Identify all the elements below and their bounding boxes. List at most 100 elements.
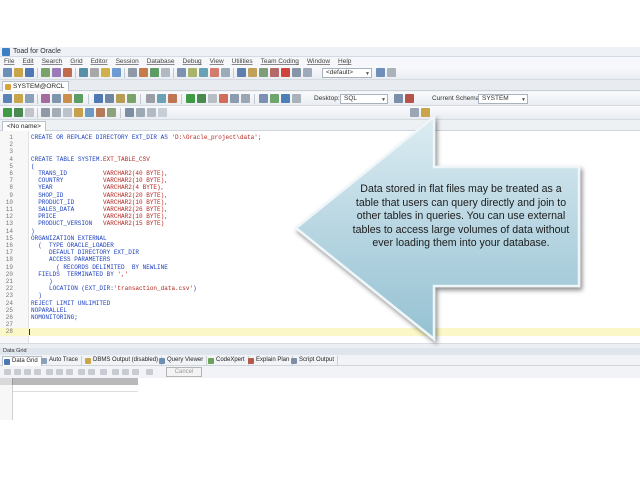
step-icon[interactable] [230,94,239,103]
menu-item-edit[interactable]: Edit [18,57,37,66]
menu-item-file[interactable]: File [0,57,18,66]
menu-item-search[interactable]: Search [38,57,67,66]
toggle-layout-icon[interactable] [394,94,403,103]
help-icon[interactable] [292,68,301,77]
history-icon[interactable] [107,108,116,117]
code-line[interactable]: 7 COUNTRY VARCHAR2(10 BYTE), [0,177,640,184]
lowercase-icon[interactable] [74,108,83,117]
new-editor-icon[interactable] [3,94,12,103]
rollback-icon[interactable] [259,94,268,103]
code-line[interactable]: 12 PRICE VARCHAR2(10 BYTE), [0,213,640,220]
menu-item-view[interactable]: View [206,57,228,66]
stop-run-icon[interactable] [25,108,34,117]
code-line[interactable]: 8 YEAR VARCHAR2(4 BYTE), [0,184,640,191]
code-line[interactable]: 16 ( TYPE ORACLE_LOADER [0,242,640,249]
menu-item-editor[interactable]: Editor [87,57,112,66]
code-line[interactable]: 11 SALES_DATA VARCHAR2(26 BYTE), [0,206,640,213]
menu-item-help[interactable]: Help [334,57,355,66]
highlight-icon[interactable] [421,108,430,117]
team-coding-icon[interactable] [237,68,246,77]
code-line[interactable]: 13 PRODUCT_VERSION VARCHAR2(15 BYTE) [0,220,640,227]
reports-icon[interactable] [188,68,197,77]
code-line[interactable]: 19 ( RECORDS DELIMITED BY NEWLINE [0,264,640,271]
explain-plan-icon[interactable] [208,94,217,103]
uppercase-icon[interactable] [63,108,72,117]
debug-icon[interactable] [139,68,148,77]
cancel-edit-icon[interactable] [88,369,95,375]
code-line[interactable]: 17 DEFAULT DIRECTORY EXT_DIR [0,249,640,256]
run-script-icon[interactable] [14,108,23,117]
cut-icon[interactable] [41,94,50,103]
menu-item-utilities[interactable]: Utilities [228,57,257,66]
prior-record-icon[interactable] [14,369,21,375]
window-list-icon[interactable] [177,68,186,77]
menu-item-window[interactable]: Window [303,57,334,66]
last-record-icon[interactable] [34,369,41,375]
new-connection-icon[interactable] [3,68,12,77]
schema-compare-icon[interactable] [248,68,257,77]
snippets-icon[interactable] [85,108,94,117]
post-edit-icon[interactable] [78,369,85,375]
code-line[interactable]: 28 [0,328,640,336]
refresh-icon[interactable] [136,108,145,117]
tab-query-viewer[interactable]: Query Viewer [158,356,208,366]
delete-icon[interactable] [270,68,279,77]
desktop-options-icon[interactable] [387,68,396,77]
delete-record-icon[interactable] [56,369,63,375]
cancel-execution-icon[interactable] [219,94,228,103]
tab-codexpert[interactable]: CodeXpert [207,356,249,366]
code-line[interactable]: 10 PRODUCT_ID VARCHAR2(10 BYTE), [0,199,640,206]
grid-options-icon[interactable] [112,369,119,375]
code-line[interactable]: 18 ACCESS PARAMETERS [0,256,640,263]
schema-browser-icon[interactable] [52,68,61,77]
configure-icon[interactable] [221,68,230,77]
profile-combo[interactable]: <default> ▼ [322,68,372,78]
menu-item-team-coding[interactable]: Team Coding [257,57,303,66]
tab-explain-plan[interactable]: Explain Plan [247,356,294,366]
arrange-icon[interactable] [303,68,312,77]
tab-dbms-output-disabled[interactable]: DBMS Output (disabled) [84,356,163,366]
save-icon[interactable] [25,68,34,77]
find-icon[interactable] [127,94,136,103]
refresh-grid-icon[interactable] [100,369,107,375]
save-file-icon[interactable] [94,94,103,103]
undo-icon[interactable] [74,94,83,103]
sql-editor[interactable]: 1 CREATE OR REPLACE DIRECTORY EXT_DIR AS … [0,131,640,343]
code-line[interactable]: 21 ) [0,278,640,285]
code-line[interactable]: 23 ) [0,292,640,299]
save-desktop-icon[interactable] [376,68,385,77]
commit-icon[interactable] [270,94,279,103]
desktop-combo[interactable]: SQL ▼ [340,94,388,104]
close-editor-icon[interactable] [25,94,34,103]
uncomment-icon[interactable] [168,94,177,103]
export-grid-icon[interactable] [122,369,129,375]
run-icon[interactable] [150,68,159,77]
open-file-icon[interactable] [14,68,23,77]
code-line[interactable]: 20 FIELDS TERMINATED BY ',' [0,271,640,278]
edit-record-icon[interactable] [66,369,73,375]
navigator-icon[interactable] [292,94,301,103]
bookmark-icon[interactable] [96,108,105,117]
code-line[interactable]: 24 REJECT LIMIT UNLIMITED [0,300,640,307]
tab-auto-trace[interactable]: Auto Trace [40,356,83,366]
filter-icon[interactable] [147,108,156,117]
outdent-icon[interactable] [52,108,61,117]
data-compare-icon[interactable] [259,68,268,77]
options-icon[interactable] [161,68,170,77]
code-line[interactable]: 5( [0,163,640,170]
code-line[interactable]: 15 ORGANIZATION EXTERNAL [0,235,640,242]
code-line[interactable]: 26 NOMONITORING; [0,314,640,321]
indent-icon[interactable] [41,108,50,117]
editor-icon[interactable] [41,68,50,77]
step-over-icon[interactable] [241,94,250,103]
print-grid-icon[interactable] [146,369,153,375]
code-line[interactable]: 25 NOPARALLEL [0,307,640,314]
menu-item-grid[interactable]: Grid [66,57,86,66]
execute-icon[interactable] [186,94,195,103]
code-line[interactable]: 9 SHOP_ID VARCHAR2(20 BYTE), [0,192,640,199]
data-grid[interactable]: ▶ [0,378,640,420]
settings-icon[interactable] [158,108,167,117]
menu-item-debug[interactable]: Debug [179,57,206,66]
describe-icon[interactable] [125,108,134,117]
stop-icon[interactable] [210,68,219,77]
